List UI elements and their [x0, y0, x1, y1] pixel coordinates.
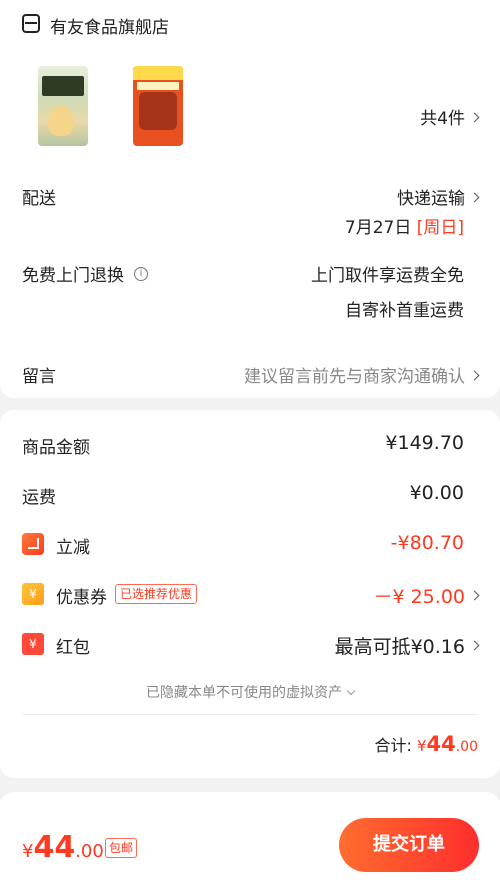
goods-amount-value: ¥149.70	[385, 432, 464, 454]
total-integer: 44	[426, 732, 456, 756]
discount-arrow-icon	[22, 533, 44, 555]
bottom-amount-decimal: .00	[75, 841, 104, 862]
return-service-line2: 自寄补首重运费	[345, 301, 464, 321]
chevron-right-icon	[469, 192, 480, 202]
discount-value: -¥80.70	[390, 532, 464, 554]
product-count[interactable]: 共4件	[420, 104, 480, 129]
coupon-icon: ¥	[22, 583, 44, 605]
coupon-value[interactable]: －¥ 25.00	[373, 582, 480, 609]
hidden-assets-toggle[interactable]: 已隐藏本单不可使用的虚拟资产	[0, 682, 500, 702]
return-service-label: 免费上门退换 i	[22, 261, 148, 286]
shipping-value: ¥0.00	[409, 482, 464, 504]
chevron-right-icon	[469, 112, 480, 122]
delivery-method-text: 快递运输	[397, 189, 465, 209]
message-label: 留言	[22, 367, 56, 387]
free-shipping-badge: 包邮	[105, 838, 138, 858]
return-service-line1: 上门取件享运费全免	[311, 266, 464, 286]
message-placeholder: 建议留言前先与商家沟通确认	[244, 367, 465, 387]
goods-amount-label: 商品金额	[22, 438, 90, 458]
discount-label: 立减	[56, 538, 90, 558]
coupon-value-text: －¥ 25.00	[373, 586, 465, 608]
chevron-right-icon	[469, 370, 480, 380]
bottom-symbol: ¥	[22, 841, 34, 862]
delivery-method[interactable]: 快递运输	[397, 184, 480, 209]
store-name[interactable]: 有友食品旗舰店	[50, 13, 169, 38]
product-thumbnail[interactable]	[38, 66, 88, 146]
total-decimal: .00	[455, 739, 478, 755]
delivery-date: 7月27日 [周日]	[345, 213, 464, 238]
info-icon[interactable]: i	[134, 267, 148, 281]
total-label: 合计:	[374, 736, 412, 755]
hidden-assets-text: 已隐藏本单不可使用的虚拟资产	[146, 685, 342, 701]
red-packet-icon: ¥	[22, 633, 44, 655]
delivery-date-text: 7月27日	[344, 218, 412, 238]
return-service-text: 免费上门退换	[22, 266, 124, 286]
order-total: 合计: ¥44.00	[374, 732, 478, 756]
coupon-label: 优惠券	[56, 588, 107, 608]
submit-order-button[interactable]: 提交订单	[339, 818, 479, 872]
total-symbol: ¥	[416, 737, 427, 755]
shipping-label: 运费	[22, 488, 56, 508]
bottom-amount-integer: 44	[33, 830, 76, 865]
bottom-amount: ¥44.00	[22, 830, 104, 865]
coupon-badge: 已选推荐优惠	[115, 584, 198, 604]
product-count-label: 共4件	[420, 109, 465, 129]
product-thumbnail[interactable]	[133, 66, 183, 146]
message-input[interactable]: 建议留言前先与商家沟通确认	[244, 362, 480, 387]
store-icon	[22, 14, 40, 33]
red-packet-label: 红包	[56, 638, 90, 658]
chevron-down-icon	[346, 686, 356, 696]
red-packet-value[interactable]: 最高可抵¥0.16	[334, 632, 480, 659]
delivery-weekday: [周日]	[416, 218, 464, 238]
delivery-label: 配送	[22, 189, 56, 209]
chevron-right-icon	[469, 640, 480, 651]
red-packet-value-text: 最高可抵¥0.16	[334, 636, 465, 658]
chevron-right-icon	[469, 590, 480, 601]
divider	[22, 714, 478, 715]
